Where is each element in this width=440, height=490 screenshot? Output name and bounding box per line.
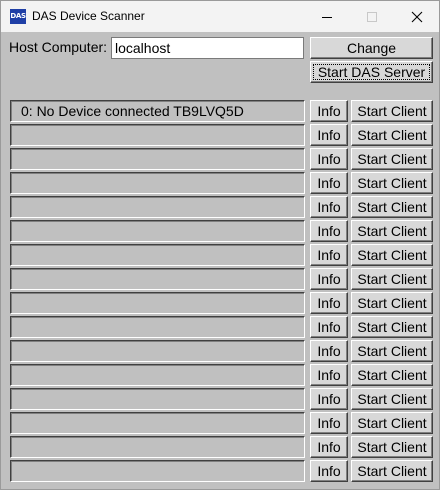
info-button[interactable]: Info xyxy=(310,292,348,314)
host-computer-input[interactable] xyxy=(111,37,304,59)
start-client-button[interactable]: Start Client xyxy=(351,340,433,362)
device-row: Info Start Client xyxy=(1,219,439,243)
device-status-field xyxy=(10,268,305,290)
close-button[interactable] xyxy=(394,1,439,32)
info-button[interactable]: Info xyxy=(310,124,348,146)
device-row: Info Start Client xyxy=(1,171,439,195)
device-status-field xyxy=(10,460,305,482)
info-button[interactable]: Info xyxy=(310,172,348,194)
minimize-button[interactable] xyxy=(304,1,349,32)
device-row: Info Start Client xyxy=(1,147,439,171)
maximize-icon xyxy=(366,11,377,22)
device-row: Info Start Client xyxy=(1,243,439,267)
start-client-button[interactable]: Start Client xyxy=(351,220,433,242)
device-row: Info Start Client xyxy=(1,315,439,339)
minimize-icon xyxy=(321,16,332,18)
start-das-server-button[interactable]: Start DAS Server xyxy=(310,61,433,83)
start-client-button[interactable]: Start Client xyxy=(351,244,433,266)
info-button[interactable]: Info xyxy=(310,268,348,290)
info-button[interactable]: Info xyxy=(310,364,348,386)
device-status-field xyxy=(10,388,305,410)
app-window: DAS DAS Device Scanner Host Computer: Ch… xyxy=(0,0,440,490)
device-row: Info Start Client xyxy=(1,459,439,483)
change-button[interactable]: Change xyxy=(310,37,433,59)
device-status-field xyxy=(10,364,305,386)
info-button[interactable]: Info xyxy=(310,460,348,482)
info-button[interactable]: Info xyxy=(310,436,348,458)
device-row: Info Start Client xyxy=(1,291,439,315)
device-row: Info Start Client xyxy=(1,387,439,411)
device-status-field xyxy=(10,340,305,362)
device-status-field xyxy=(10,172,305,194)
info-button[interactable]: Info xyxy=(310,340,348,362)
info-button[interactable]: Info xyxy=(310,244,348,266)
start-client-button[interactable]: Start Client xyxy=(351,292,433,314)
title-bar[interactable]: DAS DAS Device Scanner xyxy=(1,1,439,32)
device-row: Info Start Client xyxy=(1,363,439,387)
info-button[interactable]: Info xyxy=(310,148,348,170)
device-row: 0: No Device connected TB9LVQ5D Info Start… xyxy=(1,99,439,123)
info-button[interactable]: Info xyxy=(310,220,348,242)
close-icon xyxy=(411,11,422,22)
device-status-field xyxy=(10,124,305,146)
device-status-field xyxy=(10,244,305,266)
device-status-field: 0: No Device connected TB9LVQ5D xyxy=(10,100,305,122)
window-title: DAS Device Scanner xyxy=(32,9,145,23)
device-row: Info Start Client xyxy=(1,195,439,219)
device-status-field xyxy=(10,292,305,314)
start-client-button[interactable]: Start Client xyxy=(351,172,433,194)
device-status-field xyxy=(10,436,305,458)
info-button[interactable]: Info xyxy=(310,412,348,434)
start-client-button[interactable]: Start Client xyxy=(351,316,433,338)
device-row: Info Start Client xyxy=(1,435,439,459)
maximize-button[interactable] xyxy=(349,1,394,32)
start-client-button[interactable]: Start Client xyxy=(351,388,433,410)
device-status-field xyxy=(10,196,305,218)
start-client-button[interactable]: Start Client xyxy=(351,196,433,218)
start-client-button[interactable]: Start Client xyxy=(351,124,433,146)
start-client-button[interactable]: Start Client xyxy=(351,148,433,170)
device-status-field xyxy=(10,220,305,242)
start-client-button[interactable]: Start Client xyxy=(351,412,433,434)
start-client-button[interactable]: Start Client xyxy=(351,364,433,386)
device-row: Info Start Client xyxy=(1,339,439,363)
das-app-icon: DAS xyxy=(10,9,26,24)
device-status-field xyxy=(10,148,305,170)
info-button[interactable]: Info xyxy=(310,388,348,410)
start-client-button[interactable]: Start Client xyxy=(351,100,433,122)
start-client-button[interactable]: Start Client xyxy=(351,436,433,458)
info-button[interactable]: Info xyxy=(310,196,348,218)
device-row: Info Start Client xyxy=(1,123,439,147)
device-status-field xyxy=(10,412,305,434)
info-button[interactable]: Info xyxy=(310,100,348,122)
start-client-button[interactable]: Start Client xyxy=(351,460,433,482)
device-status-field xyxy=(10,316,305,338)
host-computer-label: Host Computer: xyxy=(9,39,108,55)
device-row: Info Start Client xyxy=(1,411,439,435)
info-button[interactable]: Info xyxy=(310,316,348,338)
device-row: Info Start Client xyxy=(1,267,439,291)
start-client-button[interactable]: Start Client xyxy=(351,268,433,290)
